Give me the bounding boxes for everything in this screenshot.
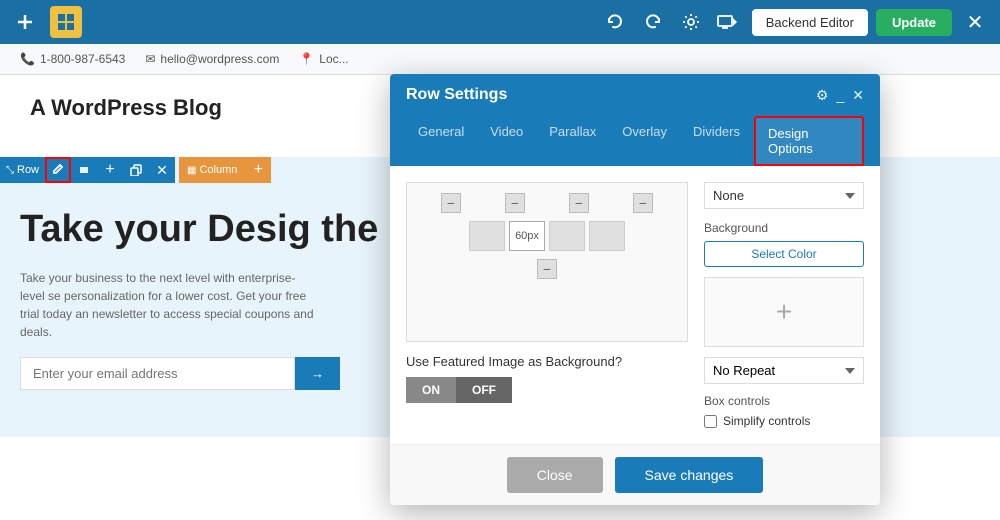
modal-close-icon[interactable]: ✕ [852,87,864,104]
reorder-row-button[interactable] [71,157,97,183]
hero-subtext: Take your business to the next level wit… [20,269,320,341]
grid-cell-1[interactable] [469,221,505,251]
background-label: Background [704,221,864,235]
simplify-controls-row: Simplify controls [704,414,864,428]
add-icon[interactable] [10,7,40,37]
four-arrows-icon: ⤡ [6,165,14,176]
top-toolbar: Backend Editor Update ✕ [0,0,1000,44]
tab-video[interactable]: Video [478,116,535,166]
select-color-button[interactable]: Select Color [704,241,864,267]
box-controls-label: Box controls [704,394,864,408]
grid-minus-3[interactable]: − [569,193,589,213]
tab-parallax[interactable]: Parallax [537,116,608,166]
email-row: → [20,357,340,390]
delete-row-button[interactable]: ✕ [149,157,175,183]
modal-right: None Background Select Color + No Repeat… [704,182,864,428]
grid-cell-3[interactable] [549,221,585,251]
phone-text: 1-800-987-6543 [40,52,125,66]
email-icon: ✉ [145,52,155,66]
modal-footer: Close Save changes [390,444,880,505]
add-column-button[interactable]: + [245,157,271,183]
email-item: ✉ hello@wordpress.com [145,52,279,66]
save-changes-button[interactable]: Save changes [615,457,764,493]
grid-minus-2[interactable]: − [505,193,525,213]
toggle-on-button[interactable]: ON [406,377,456,403]
display-icon[interactable] [714,7,744,37]
backend-editor-button[interactable]: Backend Editor [752,9,868,36]
featured-image-section: Use Featured Image as Background? ON OFF [406,354,688,403]
none-select[interactable]: None [704,182,864,209]
grid-cell-4[interactable] [589,221,625,251]
phone-item: 📞 1-800-987-6543 [20,52,125,66]
undo-icon[interactable] [600,7,630,37]
modal-header: Row Settings ⚙ _ ✕ [390,74,880,116]
grid-row-active: 60px [469,221,625,251]
modal-left: − − − − 60px [406,182,688,428]
copy-row-button[interactable] [123,157,149,183]
phone-icon: 📞 [20,52,35,66]
row-settings-modal: Row Settings ⚙ _ ✕ General Video Paralla… [390,74,880,505]
column-label: ▦ Column [179,157,245,183]
email-input[interactable] [20,357,295,390]
grid-minus-1[interactable]: − [441,193,461,213]
location-item: 📍 Loc... [299,52,348,66]
simplify-controls-label: Simplify controls [723,414,810,428]
upload-plus-icon: + [776,296,792,328]
location-icon: 📍 [299,52,314,66]
tab-overlay[interactable]: Overlay [610,116,679,166]
row-editor-bar: ⤡ Row + [0,157,271,183]
image-upload-area[interactable]: + [704,277,864,347]
edit-row-button[interactable] [45,157,71,183]
grid-minus-4[interactable]: − [633,193,653,213]
close-button[interactable]: Close [507,457,603,493]
no-repeat-select[interactable]: No Repeat [704,357,864,384]
modal-minimize-icon[interactable]: _ [836,87,844,103]
grid-area: − − − − 60px [406,182,688,342]
modal-settings-icon[interactable]: ⚙ [816,87,829,104]
toolbar-left [10,6,592,38]
settings-icon[interactable] [676,7,706,37]
add-row-button[interactable]: + [97,157,123,183]
row-label: ⤡ Row [0,157,45,183]
toggle-off-button[interactable]: OFF [456,377,512,403]
toolbar-right: Backend Editor Update ✕ [600,7,990,37]
modal-header-icons: ⚙ _ ✕ [816,87,864,104]
grid-row-minus: − − − − [441,193,653,213]
website-area: 📞 1-800-987-6543 ✉ hello@wordpress.com 📍… [0,44,1000,520]
email-text: hello@wordpress.com [160,52,279,66]
grid-row-bottom: − [537,259,557,279]
tab-design-options[interactable]: Design Options [754,116,864,166]
tab-general[interactable]: General [406,116,476,166]
column-icon: ▦ [187,165,196,176]
grid-minus-bottom[interactable]: − [537,259,557,279]
modal-title: Row Settings [406,86,507,104]
modal-tabs: General Video Parallax Overlay Dividers … [390,116,880,166]
update-button[interactable]: Update [876,9,952,36]
modal-body: − − − − 60px [390,166,880,444]
logo-icon [50,6,82,38]
featured-image-label: Use Featured Image as Background? [406,354,688,369]
subscribe-button[interactable]: → [295,357,340,390]
grid-cell-2[interactable]: 60px [509,221,545,251]
site-header: 📞 1-800-987-6543 ✉ hello@wordpress.com 📍… [0,44,1000,75]
tab-dividers[interactable]: Dividers [681,116,752,166]
location-text: Loc... [319,52,348,66]
redo-icon[interactable] [638,7,668,37]
toggle-row: ON OFF [406,377,688,403]
close-icon[interactable]: ✕ [960,7,990,37]
simplify-controls-checkbox[interactable] [704,415,717,428]
